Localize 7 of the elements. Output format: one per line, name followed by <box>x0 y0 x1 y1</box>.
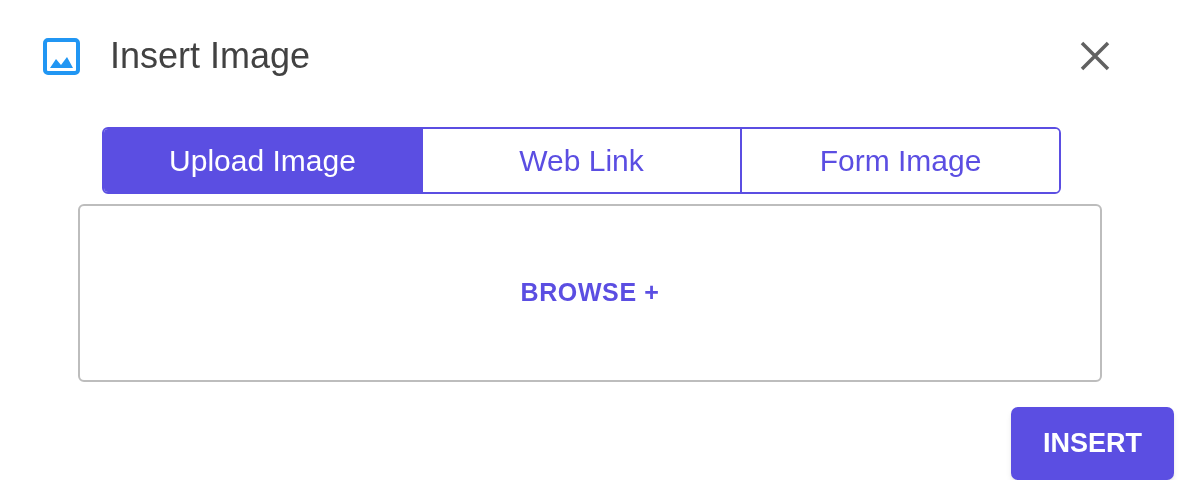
tab[interactable]: Form Image <box>740 129 1059 192</box>
browse-link[interactable]: BROWSE + <box>520 274 660 312</box>
dialog-title: Insert Image <box>110 34 311 78</box>
close-button[interactable] <box>1078 39 1112 73</box>
image-icon <box>43 37 80 75</box>
insert-button[interactable]: INSERT <box>1011 407 1174 480</box>
tab[interactable]: Upload Image <box>104 129 421 192</box>
